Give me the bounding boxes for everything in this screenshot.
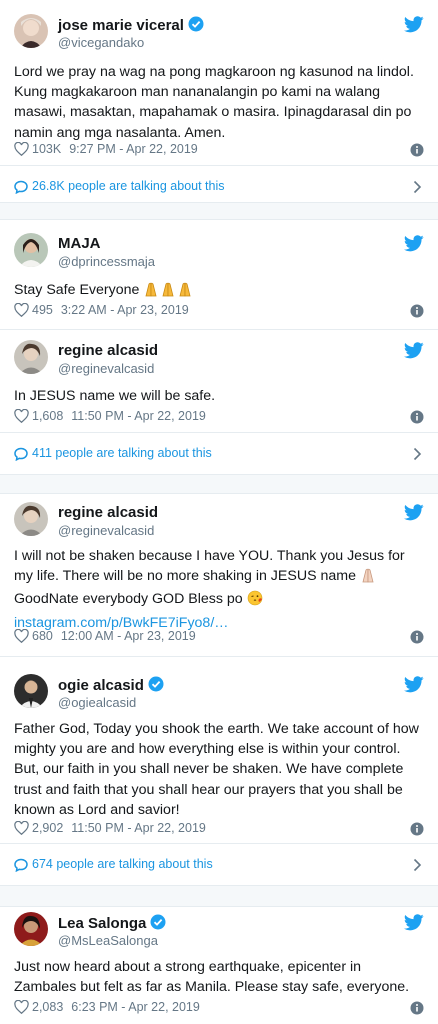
twitter-bird-icon[interactable] <box>404 342 424 359</box>
info-icon[interactable] <box>410 304 424 318</box>
tweet-text: Father God, Today you shook the earth. W… <box>14 721 419 818</box>
card-separator <box>0 885 438 907</box>
twitter-bird-icon[interactable] <box>404 914 424 931</box>
like-count: 2,083 <box>32 1000 64 1014</box>
user-handle[interactable]: @reginevalcasid <box>58 523 154 538</box>
heart-icon[interactable] <box>14 629 29 643</box>
display-name[interactable]: jose marie viceral <box>58 17 184 34</box>
tweet-text: Lord we pray na wag na pong magkaroon ng… <box>14 64 414 141</box>
user-handle[interactable]: @vicegandako <box>58 35 144 50</box>
user-handle[interactable]: @MsLeaSalonga <box>58 933 158 948</box>
avatar[interactable] <box>14 912 48 946</box>
conversation-link[interactable]: 411 people are talking about this <box>0 432 438 476</box>
tweet-body: I will not be shaken because I have YOU.… <box>14 546 426 633</box>
verified-badge-icon <box>148 676 164 692</box>
twitter-bird-icon[interactable] <box>404 235 424 252</box>
tweet-timestamp[interactable]: 11:50 PM - Apr 22, 2019 <box>71 821 206 835</box>
chevron-right-icon[interactable] <box>413 447 422 461</box>
chevron-right-icon[interactable] <box>413 858 422 872</box>
avatar[interactable] <box>14 674 48 708</box>
card-divider <box>0 656 438 657</box>
avatar[interactable] <box>14 233 48 267</box>
praying-hands-emoji <box>143 281 193 303</box>
tweet-text-line-2: GoodNate everybody GOD Bless po <box>14 591 243 608</box>
like-count: 495 <box>32 303 53 317</box>
tweet-header: MAJA @dprincessmaja <box>14 233 424 273</box>
tweet-timestamp[interactable]: 12:00 AM - Apr 23, 2019 <box>61 629 196 643</box>
speech-bubble-icon <box>14 180 28 194</box>
tweet-card: Lea Salonga @MsLeaSalonga Just now heard… <box>0 912 438 1024</box>
tweet-timestamp[interactable]: 6:23 PM - Apr 22, 2019 <box>71 1000 200 1014</box>
info-icon[interactable] <box>410 410 424 424</box>
twitter-bird-icon[interactable] <box>404 504 424 521</box>
heart-icon[interactable] <box>14 821 29 835</box>
tweet-text: Just now heard about a strong earthquake… <box>14 959 410 996</box>
display-name[interactable]: MAJA <box>58 235 101 252</box>
info-icon[interactable] <box>410 1001 424 1015</box>
tweet-card: ogie alcasid @ogiealcasid Father God, To… <box>0 674 438 884</box>
display-name[interactable]: regine alcasid <box>58 504 158 521</box>
like-count: 680 <box>32 629 53 643</box>
avatar[interactable] <box>14 340 48 374</box>
tweet-meta: 2,902 11:50 PM - Apr 22, 2019 <box>14 821 424 839</box>
tweet-header: jose marie viceral @vicegandako <box>14 14 424 54</box>
tweet-body: Stay Safe Everyone <box>14 280 426 303</box>
info-icon[interactable] <box>410 143 424 157</box>
conversation-link[interactable]: 674 people are talking about this <box>0 843 438 887</box>
heart-icon[interactable] <box>14 409 29 423</box>
tweet-header: ogie alcasid @ogiealcasid <box>14 674 424 714</box>
tweet-meta: 103K 9:27 PM - Apr 22, 2019 <box>14 142 424 160</box>
tweet-timestamp[interactable]: 3:22 AM - Apr 23, 2019 <box>61 303 189 317</box>
twitter-bird-icon[interactable] <box>404 676 424 693</box>
twitter-bird-icon[interactable] <box>404 16 424 33</box>
info-icon[interactable] <box>410 822 424 836</box>
display-name[interactable]: regine alcasid <box>58 342 158 359</box>
info-icon[interactable] <box>410 630 424 644</box>
tweet-timestamp[interactable]: 11:50 PM - Apr 22, 2019 <box>71 409 206 423</box>
tweet-meta: 680 12:00 AM - Apr 23, 2019 <box>14 629 424 647</box>
like-count: 2,902 <box>32 821 64 835</box>
conversation-count[interactable]: 26.8K people are talking about this <box>32 179 225 193</box>
tweet-meta: 1,608 11:50 PM - Apr 22, 2019 <box>14 409 424 427</box>
avatar[interactable] <box>14 14 48 48</box>
display-name[interactable]: Lea Salonga <box>58 915 146 932</box>
like-count: 103K <box>32 142 62 156</box>
tweet-header: regine alcasid @reginevalcasid <box>14 340 424 380</box>
heart-icon[interactable] <box>14 1000 29 1014</box>
avatar[interactable] <box>14 502 48 536</box>
card-separator <box>0 474 438 494</box>
conversation-count[interactable]: 674 people are talking about this <box>32 857 213 871</box>
speech-bubble-icon <box>14 858 28 872</box>
tweet-card: regine alcasid @reginevalcasid In JESUS … <box>0 340 438 470</box>
user-handle[interactable]: @reginevalcasid <box>58 361 154 376</box>
tweet-timestamp[interactable]: 9:27 PM - Apr 22, 2019 <box>69 142 198 156</box>
user-handle[interactable]: @dprincessmaja <box>58 254 155 269</box>
speech-bubble-icon <box>14 447 28 461</box>
face-blowing-kiss-emoji <box>247 590 263 612</box>
tweet-header: Lea Salonga @MsLeaSalonga <box>14 912 424 952</box>
like-count: 1,608 <box>32 409 64 423</box>
chevron-right-icon[interactable] <box>413 180 422 194</box>
praying-hands-emoji <box>360 567 376 589</box>
display-name[interactable]: ogie alcasid <box>58 677 144 694</box>
tweet-text: Stay Safe Everyone <box>14 282 140 298</box>
tweet-meta: 495 3:22 AM - Apr 23, 2019 <box>14 303 424 321</box>
conversation-count[interactable]: 411 people are talking about this <box>32 446 212 460</box>
tweet-text: In JESUS name we will be safe. <box>14 388 216 404</box>
user-handle[interactable]: @ogiealcasid <box>58 695 136 710</box>
tweet-card: regine alcasid @reginevalcasid I will no… <box>0 502 438 652</box>
tweet-header: regine alcasid @reginevalcasid <box>14 502 424 542</box>
tweet-card: MAJA @dprincessmaja Stay Safe Everyone 4… <box>0 233 438 325</box>
tweet-meta: 2,083 6:23 PM - Apr 22, 2019 <box>14 1000 424 1018</box>
verified-badge-icon <box>150 914 166 930</box>
heart-icon[interactable] <box>14 303 29 317</box>
card-separator <box>0 202 438 220</box>
tweet-text-line-1: I will not be shaken because I have YOU.… <box>14 548 405 585</box>
card-divider <box>0 329 438 330</box>
heart-icon[interactable] <box>14 142 29 156</box>
verified-badge-icon <box>188 16 204 32</box>
